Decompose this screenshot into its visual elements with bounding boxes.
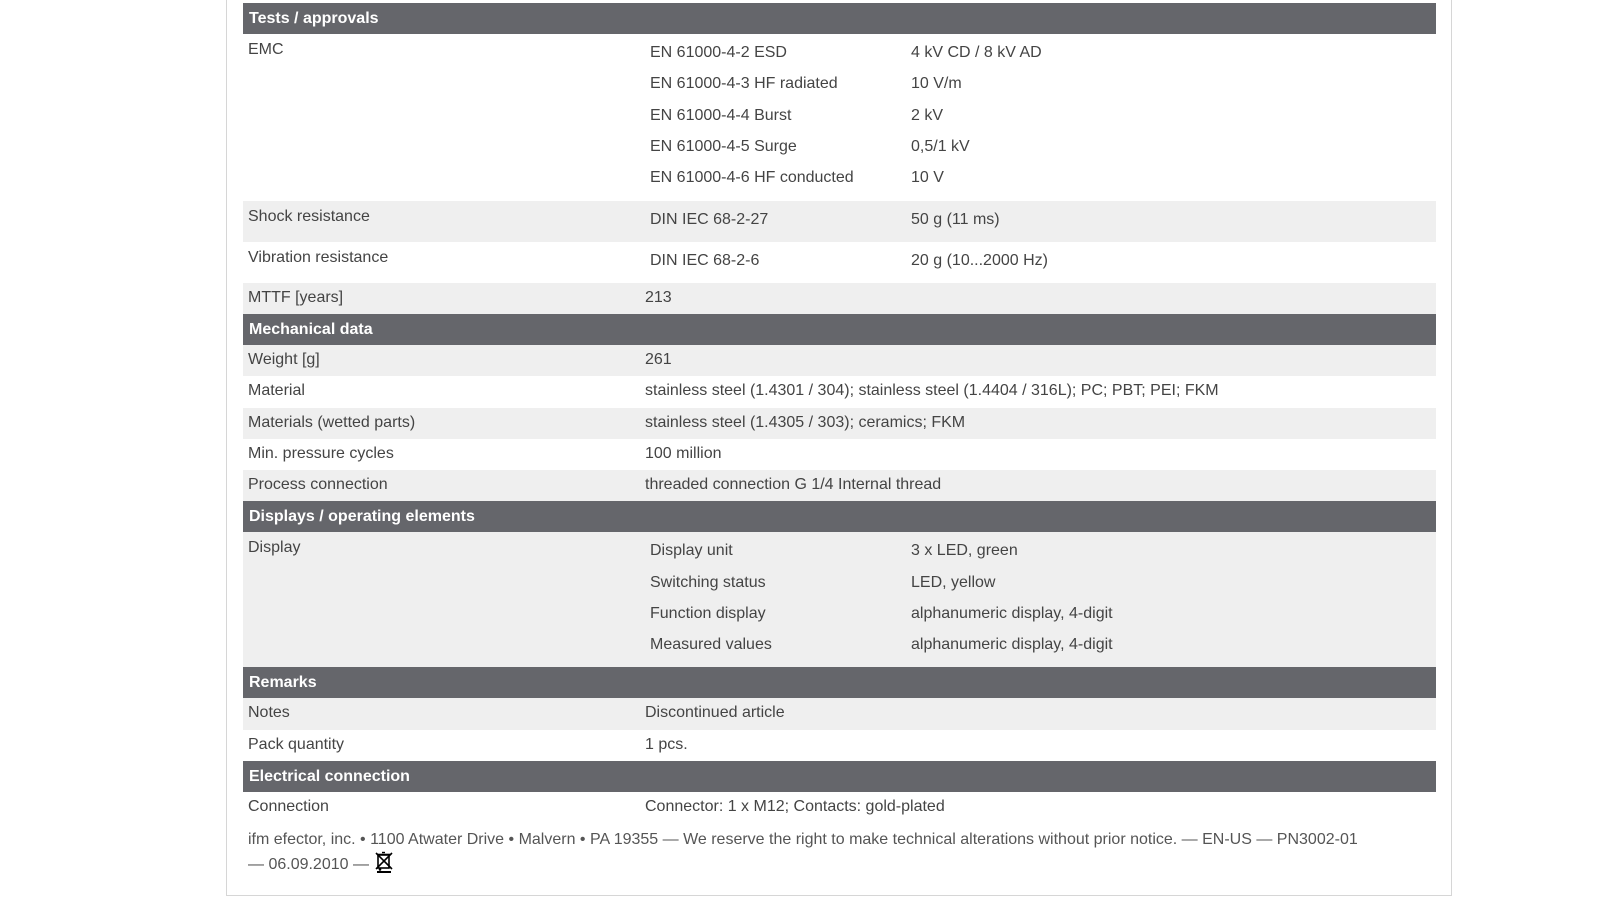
display-item-name: Display unit (650, 542, 733, 560)
row-display: Display Display unit 3 x LED, green Switc… (243, 532, 1436, 668)
emc-test-value: 10 V (911, 169, 944, 187)
field-value: stainless steel (1.4305 / 303); ceramics… (645, 413, 966, 431)
emc-test-name: EN 61000-4-6 HF conducted (650, 169, 854, 187)
row-wetted-materials: Materials (wetted parts) stainless steel… (243, 407, 1436, 439)
row-connection: Connection Connector: 1 x M12; Contacts:… (243, 792, 1436, 823)
row-vibration-resistance: Vibration resistance DIN IEC 68-2-6 20 g … (243, 242, 1436, 283)
emc-test-value: 2 kV (911, 106, 944, 124)
row-pressure-cycles: Min. pressure cycles 100 million (243, 439, 1436, 470)
field-label: Connection (248, 798, 329, 816)
emc-test-name: EN 61000-4-2 ESD (650, 44, 787, 61)
display-item-value: 3 x LED, green (911, 542, 1018, 560)
field-value: 100 million (645, 444, 722, 462)
row-mttf: MTTF [years] 213 (243, 283, 1436, 314)
emc-label: EMC (248, 41, 284, 58)
field-label: Materials (wetted parts) (248, 413, 416, 431)
display-item-value: alphanumeric display, 4-digit (911, 636, 1113, 654)
field-value: stainless steel (1.4301 / 304); stainles… (645, 382, 1219, 400)
display-item-name: Measured values (650, 636, 772, 654)
emc-test-value: 10 V/m (911, 75, 962, 93)
emc-test-value: 0,5/1 kV (911, 137, 970, 155)
row-notes: Notes Discontinued article (243, 698, 1436, 730)
display-item-value: LED, yellow (911, 573, 996, 591)
section-header-displays: Displays / operating elements (243, 501, 1436, 533)
field-value: 1 pcs. (645, 735, 688, 753)
emc-test-name: EN 61000-4-3 HF radiated (650, 75, 838, 93)
section-header-tests: Tests / approvals (243, 3, 1436, 34)
datasheet: Tests / approvals EMC EN 61000-4-2 ESD 4 … (243, 3, 1436, 880)
field-label: Min. pressure cycles (248, 444, 394, 462)
shock-test-name: DIN IEC 68-2-27 (650, 211, 769, 228)
field-value: 261 (645, 351, 672, 368)
field-label: Weight [g] (248, 351, 320, 368)
field-label: Notes (248, 704, 290, 722)
row-pack-quantity: Pack quantity 1 pcs. (243, 730, 1436, 761)
display-label: Display (248, 539, 301, 557)
shock-test-value: 50 g (11 ms) (911, 211, 1000, 228)
crossed-out-wheelie-bin-icon (375, 851, 393, 880)
field-label: Pack quantity (248, 735, 345, 753)
mttf-value: 213 (645, 289, 672, 306)
display-item-name: Switching status (650, 573, 766, 591)
emc-test-name: EN 61000-4-5 Surge (650, 137, 797, 155)
vibration-label: Vibration resistance (248, 249, 389, 266)
field-label: Material (248, 382, 305, 400)
vibration-test-name: DIN IEC 68-2-6 (650, 252, 760, 269)
row-material: Material stainless steel (1.4301 / 304);… (243, 376, 1436, 407)
row-shock-resistance: Shock resistance DIN IEC 68-2-27 50 g (11… (243, 201, 1436, 242)
footer-text: ifm efector, inc. • 1100 Atwater Drive •… (248, 831, 1358, 874)
emc-test-name: EN 61000-4-4 Burst (650, 106, 792, 124)
section-header-remarks: Remarks (243, 667, 1436, 699)
row-emc: EMC EN 61000-4-2 ESD 4 kV CD / 8 kV AD EN… (243, 34, 1436, 201)
field-value: threaded connection G 1/4 Internal threa… (645, 476, 942, 494)
emc-test-value: 4 kV CD / 8 kV AD (911, 44, 1042, 61)
section-header-electrical: Electrical connection (243, 761, 1436, 793)
field-value: Connector: 1 x M12; Contacts: gold-plate… (645, 798, 945, 816)
footer-note: ifm efector, inc. • 1100 Atwater Drive •… (243, 823, 1378, 880)
row-process-connection: Process connection threaded connection G… (243, 470, 1436, 502)
mttf-label: MTTF [years] (248, 289, 344, 306)
shock-label: Shock resistance (248, 208, 370, 225)
row-weight: Weight [g] 261 (243, 345, 1436, 377)
field-value: Discontinued article (645, 704, 785, 722)
display-item-name: Function display (650, 605, 766, 623)
section-header-mechanical: Mechanical data (243, 314, 1436, 345)
display-item-value: alphanumeric display, 4-digit (911, 605, 1113, 623)
vibration-test-value: 20 g (10...2000 Hz) (911, 252, 1048, 269)
field-label: Process connection (248, 476, 388, 494)
